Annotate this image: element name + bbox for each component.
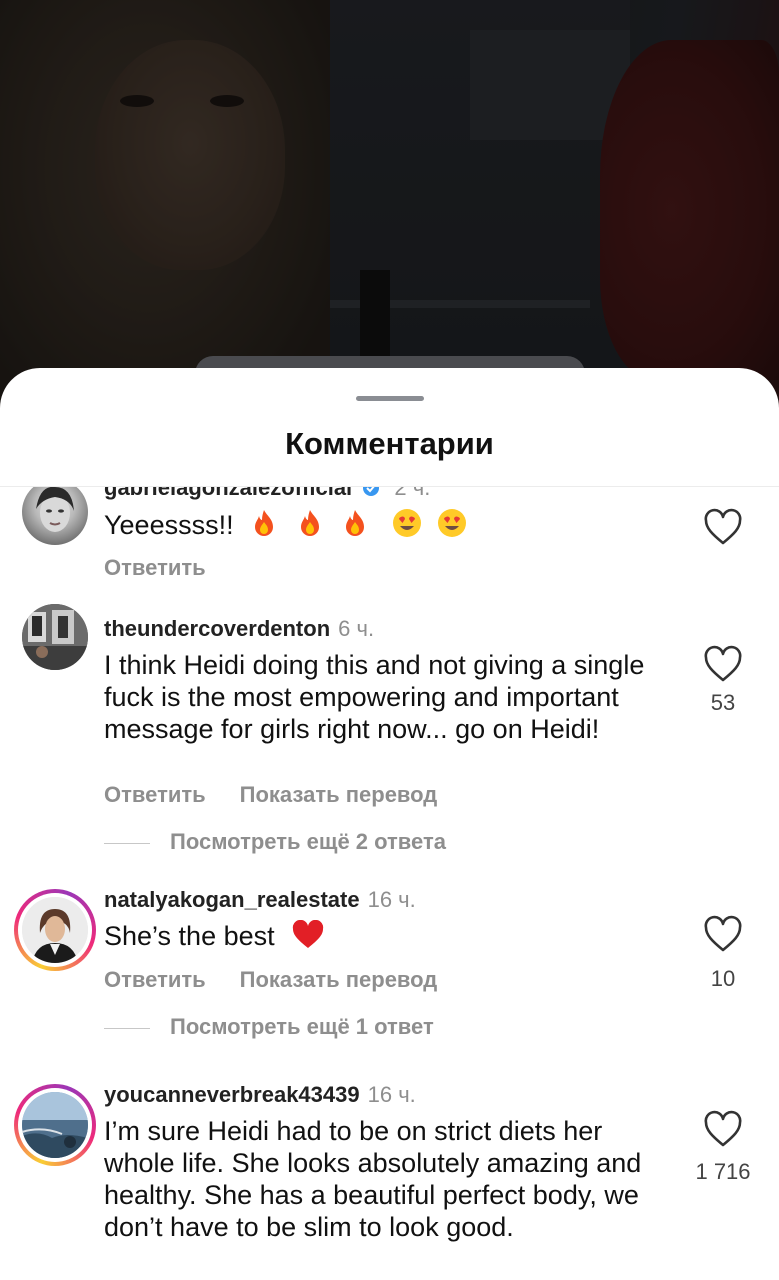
fire-emoji-icon (255, 510, 274, 536)
like-heart-icon[interactable] (702, 914, 744, 954)
story-ring[interactable] (14, 889, 96, 971)
comment-actions: Ответить Показать перевод (104, 967, 437, 993)
heart-eyes-emoji-icon (438, 509, 467, 537)
thread-line (104, 842, 150, 844)
comment-list[interactable]: gabrielagonzalezofficial 2 ч. Yeeessss!!… (0, 487, 779, 1280)
comment-text: She’s the best (104, 920, 674, 952)
avatar-portrait (36, 487, 74, 532)
comment-time: 16 ч. (367, 887, 416, 912)
sheet-title: Комментарии (285, 426, 494, 461)
like-heart-icon[interactable] (702, 507, 744, 547)
avatar[interactable] (22, 487, 88, 545)
translate-button[interactable]: Показать перевод (240, 967, 438, 992)
red-heart-emoji-icon (293, 920, 324, 948)
comment-time: 2 ч. (394, 487, 431, 500)
like-heart-icon[interactable] (702, 644, 744, 684)
drag-handle[interactable] (356, 396, 424, 401)
comment-time: 16 ч. (367, 1082, 416, 1107)
like-count: 53 (710, 690, 736, 715)
translate-button[interactable]: Показать перевод (240, 782, 438, 807)
avatar[interactable] (22, 604, 88, 670)
like-count: 10 (710, 966, 736, 991)
comment-username[interactable]: gabrielagonzalezofficial 2 ч. (104, 487, 430, 501)
avatar (22, 1092, 88, 1158)
comment-text: I think Heidi doing this and not giving … (104, 650, 645, 744)
avatar-portrait (22, 897, 88, 963)
like-heart-icon[interactable] (702, 1109, 744, 1149)
comment-text: I’m sure Heidi had to be on strict diets… (104, 1116, 642, 1242)
comment-text: Yeeessss!! (104, 508, 674, 541)
avatar (22, 897, 88, 963)
reply-button[interactable]: Ответить (104, 967, 206, 992)
comments-sheet: Комментарии gabrielagonzalezofficial 2 ч… (0, 368, 779, 1280)
comment-actions: Ответить Показать перевод (104, 782, 437, 808)
avatar-seascape (22, 1092, 88, 1158)
fire-emoji-icon (346, 510, 365, 536)
reply-button[interactable]: Ответить (104, 555, 206, 580)
story-ring[interactable] (14, 1084, 96, 1166)
verified-badge-icon (363, 487, 380, 496)
heart-eyes-emoji-icon (392, 509, 421, 537)
view-replies-button[interactable]: Посмотреть ещё 2 ответа (104, 829, 446, 855)
like-count: 1 716 (695, 1159, 751, 1184)
comment-time: 6 ч. (338, 616, 375, 641)
comment-username[interactable]: theundercoverdenton 6 ч. (104, 616, 374, 642)
fire-emoji-icon (300, 510, 319, 536)
view-replies-button[interactable]: Посмотреть ещё 1 ответ (104, 1014, 434, 1040)
avatar-photo (22, 604, 88, 670)
reply-button[interactable]: Ответить (104, 782, 206, 807)
comment-username[interactable]: natalyakogan_realestate 16 ч. (104, 887, 416, 913)
comment-username[interactable]: youcanneverbreak43439 16 ч. (104, 1082, 416, 1108)
thread-line (104, 1027, 150, 1029)
comment-actions: Ответить (104, 555, 206, 581)
